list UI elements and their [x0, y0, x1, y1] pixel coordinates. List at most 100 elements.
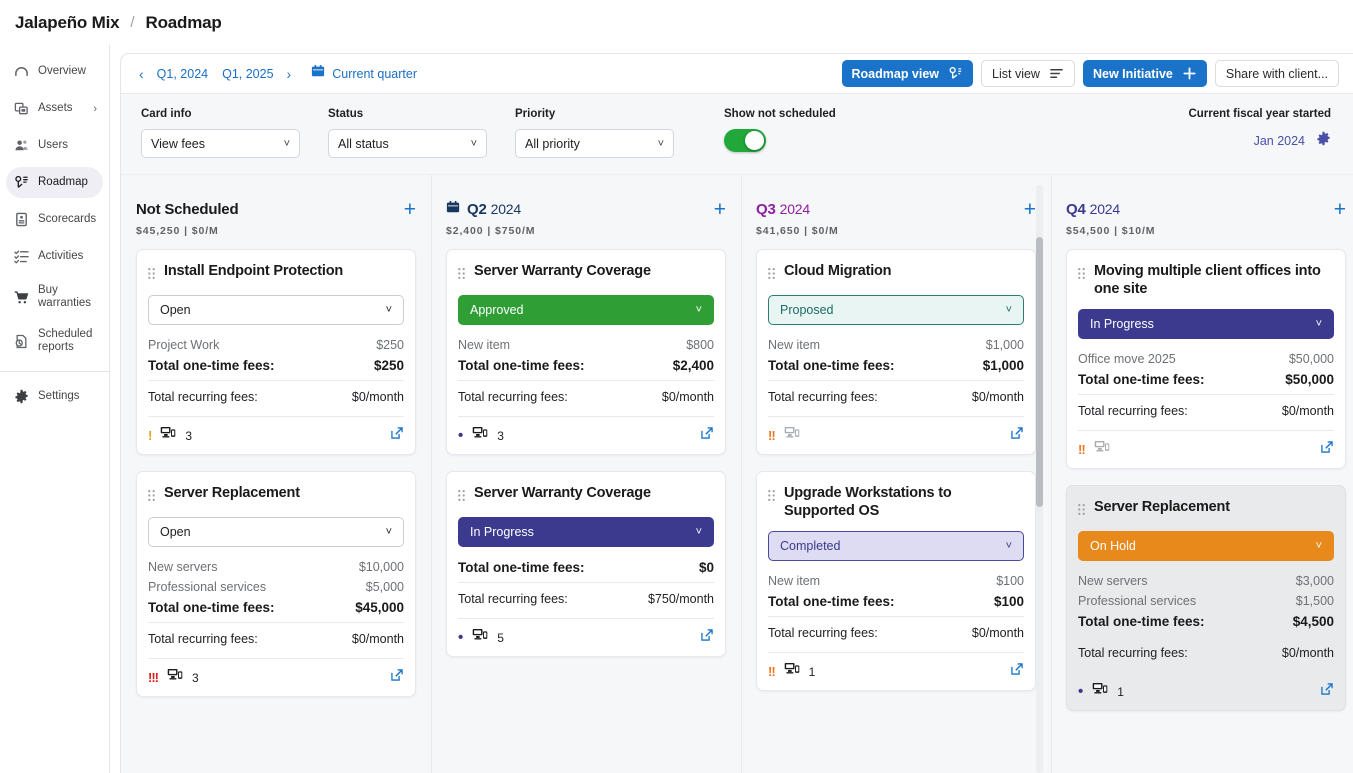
sidebar-item-buy-warranties[interactable]: Buy warranties	[6, 278, 103, 316]
drag-handle-icon[interactable]	[458, 266, 465, 284]
drag-handle-icon[interactable]	[768, 488, 775, 506]
sidebar-item-label: Settings	[38, 389, 80, 402]
drag-handle-icon[interactable]	[1078, 266, 1085, 284]
drag-handle-icon[interactable]	[148, 488, 155, 506]
devices-icon	[472, 426, 488, 445]
initiative-card[interactable]: Server Replacement Open ˅ New servers $10,00…	[136, 471, 416, 697]
roadmap-panel: ‹ Q1, 2024 Q1, 2025 › Current quarter Ro…	[120, 53, 1353, 773]
total-recurring-label: Total recurring fees:	[1078, 404, 1188, 419]
card-status-select[interactable]: Open ˅	[148, 517, 404, 547]
sidebar-item-settings[interactable]: Settings	[6, 381, 103, 412]
sidebar-item-overview[interactable]: Overview	[6, 56, 103, 87]
column-card-list[interactable]: Server Warranty Coverage Approved ˅ New ite…	[442, 237, 730, 773]
initiative-card[interactable]: Moving multiple client offices into one …	[1066, 249, 1346, 470]
card-info-select[interactable]: View fees ˅	[141, 129, 300, 158]
drag-handle-icon[interactable]	[1078, 502, 1085, 520]
add-initiative-button[interactable]: +	[404, 199, 416, 220]
total-recurring-label: Total recurring fees:	[148, 390, 258, 404]
card-status-select[interactable]: Completed ˅	[768, 531, 1024, 562]
initiative-card[interactable]: Server Warranty Coverage In Progress ˅ Tota…	[446, 471, 726, 657]
initiative-card[interactable]: Upgrade Workstations to Supported OS Comp…	[756, 471, 1036, 692]
add-initiative-button[interactable]: +	[1024, 199, 1036, 220]
new-initiative-button[interactable]: New Initiative	[1082, 60, 1207, 87]
add-initiative-button[interactable]: +	[1334, 199, 1346, 220]
line-item: New item $100	[768, 571, 1024, 591]
status-filter: Status All status ˅	[328, 108, 487, 158]
chevron-down-icon: ˅	[1005, 540, 1012, 553]
column-title-row: Not Scheduled +	[136, 199, 416, 220]
board-column-q2-2024: Q2 2024 + $2,400 | $750/M Server Warranty Co…	[431, 175, 741, 773]
line-item: Project Work $250	[148, 335, 404, 355]
priority-select[interactable]: All priority ˅	[515, 129, 674, 158]
open-external-icon[interactable]	[700, 628, 714, 647]
total-one-time-row: Total one-time fees: $0	[458, 557, 714, 582]
initiative-card[interactable]: Server Replacement On Hold ˅ New servers $3,…	[1066, 485, 1346, 712]
show-not-scheduled-toggle[interactable]	[724, 129, 766, 152]
drag-handle-icon[interactable]	[768, 266, 775, 284]
total-one-time-value: $4,500	[1292, 614, 1334, 630]
sidebar-item-label: Scorecards	[38, 212, 97, 225]
card-header: Server Replacement	[1078, 498, 1334, 520]
fiscal-year-value[interactable]: Jan 2024	[1254, 134, 1305, 148]
card-header: Server Replacement	[148, 484, 404, 506]
sidebar-item-scorecards[interactable]: Scorecards	[6, 204, 103, 235]
open-external-icon[interactable]	[390, 668, 404, 687]
next-quarter-arrow[interactable]: ›	[281, 67, 298, 81]
priority-indicator: !!!	[148, 670, 159, 685]
range-end-link[interactable]: Q1, 2025	[215, 67, 280, 81]
total-recurring-row: Total recurring fees: $750/month	[458, 582, 714, 609]
device-count: 5	[497, 630, 504, 645]
line-item-name: Professional services	[148, 580, 267, 594]
status-select[interactable]: All status ˅	[328, 129, 487, 158]
line-item-name: New item	[458, 338, 511, 352]
card-status-select[interactable]: Open ˅	[148, 295, 404, 325]
line-item-name: Professional services	[1078, 594, 1197, 609]
drag-handle-icon[interactable]	[458, 488, 465, 506]
range-start-link[interactable]: Q1, 2024	[150, 67, 215, 81]
card-status-select[interactable]: In Progress ˅	[458, 517, 714, 547]
new-initiative-label: New Initiative	[1092, 66, 1173, 81]
gear-icon[interactable]	[1316, 131, 1331, 151]
sidebar-item-scheduled-reports[interactable]: Scheduled reports	[6, 322, 103, 360]
initiative-card[interactable]: Server Warranty Coverage Approved ˅ New ite…	[446, 249, 726, 455]
sidebar-item-roadmap[interactable]: Roadmap	[6, 167, 103, 198]
calendar-icon	[446, 200, 460, 219]
total-one-time-value: $50,000	[1285, 372, 1334, 388]
column-card-list[interactable]: Moving multiple client offices into one …	[1062, 237, 1350, 773]
open-external-icon[interactable]	[1320, 440, 1334, 459]
list-view-button[interactable]: List view	[981, 60, 1075, 87]
view-toolbar: Roadmap view List view New Initiative Sh…	[841, 60, 1342, 87]
plus-icon	[1182, 66, 1197, 81]
card-status-select[interactable]: Approved ˅	[458, 295, 714, 325]
total-recurring-row: Total recurring fees: $0/month	[148, 622, 404, 649]
open-external-icon[interactable]	[700, 426, 714, 445]
column-card-list[interactable]: Cloud Migration Proposed ˅ New item $1,000 To…	[752, 237, 1040, 773]
open-external-icon[interactable]	[390, 426, 404, 445]
chevron-down-icon: ˅	[385, 526, 392, 538]
open-external-icon[interactable]	[1010, 662, 1024, 681]
card-status-select[interactable]: In Progress ˅	[1078, 309, 1334, 340]
column-card-list[interactable]: Install Endpoint Protection Open ˅ Project …	[132, 237, 420, 773]
breadcrumb-org[interactable]: Jalapeño Mix	[15, 13, 120, 33]
share-with-client-button[interactable]: Share with client...	[1214, 60, 1339, 87]
card-status-select[interactable]: Proposed ˅	[768, 295, 1024, 325]
sidebar-item-assets[interactable]: Assets ›	[6, 93, 103, 124]
sidebar-item-activities[interactable]: Activities	[6, 241, 103, 272]
card-footer: !! 1	[768, 652, 1024, 681]
initiative-card[interactable]: Cloud Migration Proposed ˅ New item $1,000 To…	[756, 249, 1036, 455]
current-quarter-button[interactable]: Current quarter	[311, 64, 417, 83]
drag-handle-icon[interactable]	[148, 266, 155, 284]
roadmap-board[interactable]: Not Scheduled + $45,250 | $0/M Install Endp…	[121, 175, 1353, 773]
priority-indicator: !!	[768, 664, 776, 680]
chevron-right-icon[interactable]: ›	[93, 103, 97, 115]
initiative-card[interactable]: Install Endpoint Protection Open ˅ Project …	[136, 249, 416, 455]
open-external-icon[interactable]	[1320, 682, 1334, 701]
add-initiative-button[interactable]: +	[714, 199, 726, 220]
prev-quarter-arrow[interactable]: ‹	[133, 67, 150, 81]
open-external-icon[interactable]	[1010, 426, 1024, 445]
roadmap-view-button[interactable]: Roadmap view	[841, 60, 974, 87]
sidebar-item-users[interactable]: Users	[6, 130, 103, 161]
card-status-select[interactable]: On Hold ˅	[1078, 531, 1334, 562]
board-scrollbar-thumb[interactable]	[1036, 237, 1043, 507]
column-title: Not Scheduled	[136, 201, 239, 218]
